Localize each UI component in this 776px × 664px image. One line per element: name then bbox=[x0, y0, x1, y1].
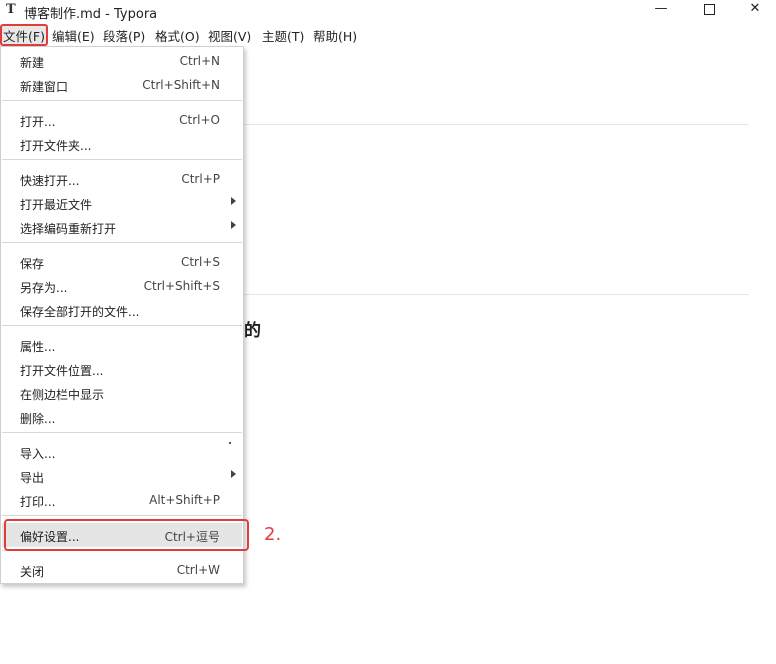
menu-item-reveal-in-sidebar[interactable]: 在侧边栏中显示 bbox=[2, 381, 242, 405]
menu-item-save-as[interactable]: 另存为... Ctrl+Shift+S bbox=[2, 274, 242, 298]
menu-item-new-window[interactable]: 新建窗口 Ctrl+Shift+N bbox=[2, 73, 242, 97]
menu-separator bbox=[2, 159, 242, 160]
maximize-button[interactable] bbox=[686, 0, 732, 20]
menu-item-open-file-location[interactable]: 打开文件位置... bbox=[2, 357, 242, 381]
submenu-arrow-icon bbox=[231, 221, 236, 229]
editor-heading-fragment: 的 bbox=[244, 321, 261, 341]
menu-separator bbox=[2, 432, 242, 433]
menu-item-close[interactable]: 关闭 Ctrl+W bbox=[2, 558, 242, 582]
submenu-arrow-icon bbox=[231, 470, 236, 478]
typora-app-icon: T bbox=[6, 2, 16, 17]
menu-separator bbox=[2, 515, 242, 516]
menu-item-new[interactable]: 新建 Ctrl+N bbox=[2, 49, 242, 73]
menu-edit[interactable]: 编辑(E) bbox=[52, 26, 95, 45]
menu-view[interactable]: 视图(V) bbox=[208, 26, 251, 45]
close-icon: ✕ bbox=[749, 1, 761, 16]
menu-item-delete[interactable]: 删除... bbox=[2, 405, 242, 429]
menu-item-print[interactable]: 打印... Alt+Shift+P bbox=[2, 488, 242, 512]
submenu-arrow-icon bbox=[231, 197, 236, 205]
menu-item-save[interactable]: 保存 Ctrl+S bbox=[2, 250, 242, 274]
menu-item-open-recent[interactable]: 打开最近文件 bbox=[2, 191, 242, 215]
menu-bar: 文件(F) 编辑(E) 段落(P) 格式(O) 视图(V) 主题(T) 帮助(H… bbox=[0, 24, 776, 46]
title-bar: T 博客制作.md - Typora — ✕ bbox=[0, 0, 776, 22]
stray-dot bbox=[229, 442, 231, 444]
menu-theme[interactable]: 主题(T) bbox=[262, 26, 304, 45]
menu-separator bbox=[2, 242, 242, 243]
close-button[interactable]: ✕ bbox=[732, 0, 776, 20]
menu-separator bbox=[2, 325, 242, 326]
menu-item-export[interactable]: 导出 bbox=[2, 464, 242, 488]
maximize-icon bbox=[703, 4, 715, 15]
window-title: 博客制作.md - Typora bbox=[24, 7, 158, 22]
preferences-highlight bbox=[4, 519, 249, 551]
menu-item-quick-open[interactable]: 快速打开... Ctrl+P bbox=[2, 167, 242, 191]
annotation-step-2: 2. bbox=[264, 524, 282, 545]
menu-item-save-all[interactable]: 保存全部打开的文件... bbox=[2, 298, 242, 322]
menu-paragraph[interactable]: 段落(P) bbox=[103, 26, 145, 45]
menu-format[interactable]: 格式(O) bbox=[155, 26, 200, 45]
menu-item-import[interactable]: 导入... bbox=[2, 440, 242, 464]
editor-divider bbox=[244, 124, 749, 125]
menu-item-reopen-with-encoding[interactable]: 选择编码重新打开 bbox=[2, 215, 242, 239]
menu-file[interactable]: 文件(F) bbox=[3, 26, 45, 45]
minimize-button[interactable]: — bbox=[638, 0, 684, 20]
menu-help[interactable]: 帮助(H) bbox=[313, 26, 357, 45]
menu-item-open-folder[interactable]: 打开文件夹... bbox=[2, 132, 242, 156]
menu-separator bbox=[2, 100, 242, 101]
menu-item-open[interactable]: 打开... Ctrl+O bbox=[2, 108, 242, 132]
minimize-icon: — bbox=[654, 1, 668, 16]
file-dropdown-menu: 新建 Ctrl+N 新建窗口 Ctrl+Shift+N 打开... Ctrl+O 打开… bbox=[0, 46, 244, 584]
menu-item-properties[interactable]: 属性... bbox=[2, 333, 242, 357]
editor-divider bbox=[244, 294, 749, 295]
